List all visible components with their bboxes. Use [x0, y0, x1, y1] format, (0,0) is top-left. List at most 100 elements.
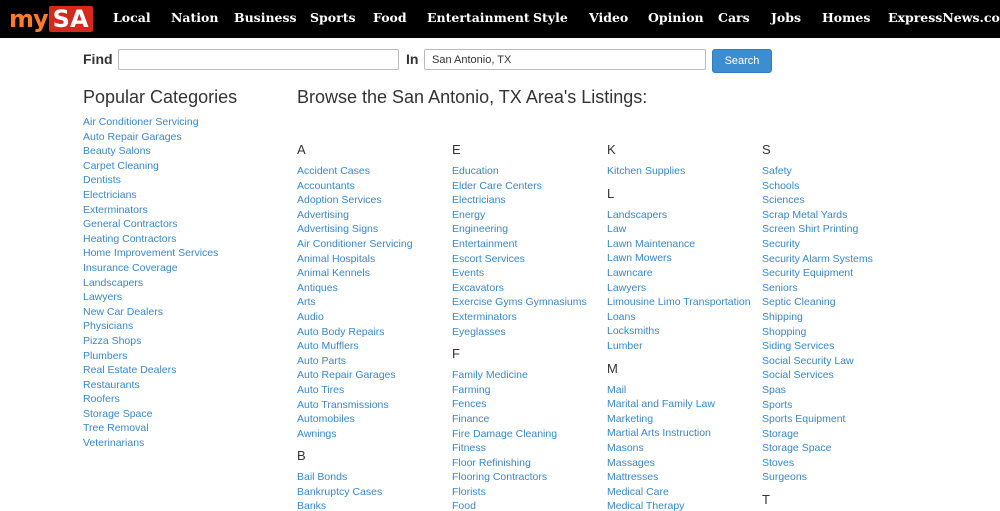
search-button[interactable]: Search	[712, 49, 772, 73]
nav-jobs[interactable]: Jobs	[771, 10, 801, 25]
listing-link-sports[interactable]: Sports	[762, 398, 873, 413]
popular-category-link-dentists[interactable]: Dentists	[83, 173, 218, 188]
listing-link-landscapers[interactable]: Landscapers	[607, 208, 751, 223]
popular-category-link-real-estate-dealers[interactable]: Real Estate Dealers	[83, 363, 218, 378]
listing-link-bankruptcy-cases[interactable]: Bankruptcy Cases	[297, 485, 413, 500]
listing-link-lawn-maintenance[interactable]: Lawn Maintenance	[607, 237, 751, 252]
listing-link-events[interactable]: Events	[452, 266, 587, 281]
listing-link-exercise-gyms-gymnasiums[interactable]: Exercise Gyms Gymnasiums	[452, 295, 587, 310]
listing-link-storage[interactable]: Storage	[762, 427, 873, 442]
popular-category-link-tree-removal[interactable]: Tree Removal	[83, 421, 218, 436]
listing-link-audio[interactable]: Audio	[297, 310, 413, 325]
nav-style[interactable]: Style	[533, 10, 568, 25]
listing-link-limousine-limo-transportation[interactable]: Limousine Limo Transportation	[607, 295, 751, 310]
listing-link-stoves[interactable]: Stoves	[762, 456, 873, 471]
listing-link-auto-transmissions[interactable]: Auto Transmissions	[297, 398, 413, 413]
listing-link-engineering[interactable]: Engineering	[452, 222, 587, 237]
nav-food[interactable]: Food	[373, 10, 407, 25]
listing-link-medical-care[interactable]: Medical Care	[607, 485, 751, 500]
listing-link-family-medicine[interactable]: Family Medicine	[452, 368, 587, 383]
listing-link-advertising-signs[interactable]: Advertising Signs	[297, 222, 413, 237]
listing-link-electricians[interactable]: Electricians	[452, 193, 587, 208]
listing-link-marital-and-family-law[interactable]: Marital and Family Law	[607, 397, 751, 412]
listing-link-awnings[interactable]: Awnings	[297, 427, 413, 442]
listing-link-marketing[interactable]: Marketing	[607, 412, 751, 427]
listing-link-fire-damage-cleaning[interactable]: Fire Damage Cleaning	[452, 427, 587, 442]
popular-category-link-exterminators[interactable]: Exterminators	[83, 203, 218, 218]
listing-link-farming[interactable]: Farming	[452, 383, 587, 398]
find-input[interactable]	[118, 49, 399, 70]
nav-entertainment[interactable]: Entertainment	[427, 10, 530, 25]
popular-category-link-landscapers[interactable]: Landscapers	[83, 276, 218, 291]
listing-link-lawyers[interactable]: Lawyers	[607, 281, 751, 296]
listing-link-lawn-mowers[interactable]: Lawn Mowers	[607, 251, 751, 266]
listing-link-eyeglasses[interactable]: Eyeglasses	[452, 325, 587, 340]
listing-link-bail-bonds[interactable]: Bail Bonds	[297, 470, 413, 485]
listing-link-social-services[interactable]: Social Services	[762, 368, 873, 383]
nav-nation[interactable]: Nation	[171, 10, 218, 25]
popular-category-link-general-contractors[interactable]: General Contractors	[83, 217, 218, 232]
listing-link-floor-refinishing[interactable]: Floor Refinishing	[452, 456, 587, 471]
listing-link-fences[interactable]: Fences	[452, 397, 587, 412]
listing-link-sciences[interactable]: Sciences	[762, 193, 873, 208]
listing-link-medical-therapy[interactable]: Medical Therapy	[607, 499, 751, 511]
listing-link-shipping[interactable]: Shipping	[762, 310, 873, 325]
nav-homes[interactable]: Homes	[822, 10, 870, 25]
listing-link-loans[interactable]: Loans	[607, 310, 751, 325]
popular-category-link-restaurants[interactable]: Restaurants	[83, 378, 218, 393]
listing-link-auto-parts[interactable]: Auto Parts	[297, 354, 413, 369]
listing-link-law[interactable]: Law	[607, 222, 751, 237]
listing-link-lumber[interactable]: Lumber	[607, 339, 751, 354]
listing-link-mail[interactable]: Mail	[607, 383, 751, 398]
popular-category-link-plumbers[interactable]: Plumbers	[83, 349, 218, 364]
popular-category-link-new-car-dealers[interactable]: New Car Dealers	[83, 305, 218, 320]
listing-link-education[interactable]: Education	[452, 164, 587, 179]
nav-local[interactable]: Local	[113, 10, 151, 25]
popular-category-link-lawyers[interactable]: Lawyers	[83, 290, 218, 305]
nav-sports[interactable]: Sports	[310, 10, 356, 25]
popular-category-link-air-conditioner-servicing[interactable]: Air Conditioner Servicing	[83, 115, 218, 130]
popular-category-link-carpet-cleaning[interactable]: Carpet Cleaning	[83, 159, 218, 174]
listing-link-locksmiths[interactable]: Locksmiths	[607, 324, 751, 339]
listing-link-energy[interactable]: Energy	[452, 208, 587, 223]
listing-link-siding-services[interactable]: Siding Services	[762, 339, 873, 354]
listing-link-safety[interactable]: Safety	[762, 164, 873, 179]
listing-link-security[interactable]: Security	[762, 237, 873, 252]
listing-link-accident-cases[interactable]: Accident Cases	[297, 164, 413, 179]
listing-link-kitchen-supplies[interactable]: Kitchen Supplies	[607, 164, 751, 179]
nav-cars[interactable]: Cars	[718, 10, 750, 25]
listing-link-septic-cleaning[interactable]: Septic Cleaning	[762, 295, 873, 310]
listing-link-entertainment[interactable]: Entertainment	[452, 237, 587, 252]
popular-category-link-auto-repair-garages[interactable]: Auto Repair Garages	[83, 130, 218, 145]
nav-business[interactable]: Business	[234, 10, 297, 25]
listing-link-martial-arts-instruction[interactable]: Martial Arts Instruction	[607, 426, 751, 441]
listing-link-mattresses[interactable]: Mattresses	[607, 470, 751, 485]
listing-link-sports-equipment[interactable]: Sports Equipment	[762, 412, 873, 427]
listing-link-elder-care-centers[interactable]: Elder Care Centers	[452, 179, 587, 194]
popular-category-link-veterinarians[interactable]: Veterinarians	[83, 436, 218, 451]
listing-link-advertising[interactable]: Advertising	[297, 208, 413, 223]
popular-category-link-pizza-shops[interactable]: Pizza Shops	[83, 334, 218, 349]
listing-link-schools[interactable]: Schools	[762, 179, 873, 194]
listing-link-banks[interactable]: Banks	[297, 499, 413, 511]
listing-link-food[interactable]: Food	[452, 499, 587, 511]
listing-link-air-conditioner-servicing[interactable]: Air Conditioner Servicing	[297, 237, 413, 252]
listing-link-auto-repair-garages[interactable]: Auto Repair Garages	[297, 368, 413, 383]
nav-video[interactable]: Video	[589, 10, 628, 25]
listing-link-animal-kennels[interactable]: Animal Kennels	[297, 266, 413, 281]
popular-category-link-roofers[interactable]: Roofers	[83, 392, 218, 407]
listing-link-finance[interactable]: Finance	[452, 412, 587, 427]
listing-link-arts[interactable]: Arts	[297, 295, 413, 310]
popular-category-link-home-improvement-services[interactable]: Home Improvement Services	[83, 246, 218, 261]
listing-link-storage-space[interactable]: Storage Space	[762, 441, 873, 456]
listing-link-antiques[interactable]: Antiques	[297, 281, 413, 296]
listing-link-lawncare[interactable]: Lawncare	[607, 266, 751, 281]
listing-link-social-security-law[interactable]: Social Security Law	[762, 354, 873, 369]
listing-link-flooring-contractors[interactable]: Flooring Contractors	[452, 470, 587, 485]
listing-link-security-equipment[interactable]: Security Equipment	[762, 266, 873, 281]
listing-link-florists[interactable]: Florists	[452, 485, 587, 500]
listing-link-auto-body-repairs[interactable]: Auto Body Repairs	[297, 325, 413, 340]
listing-link-exterminators[interactable]: Exterminators	[452, 310, 587, 325]
listing-link-surgeons[interactable]: Surgeons	[762, 470, 873, 485]
nav-expressnews[interactable]: ExpressNews.com	[888, 10, 1000, 25]
